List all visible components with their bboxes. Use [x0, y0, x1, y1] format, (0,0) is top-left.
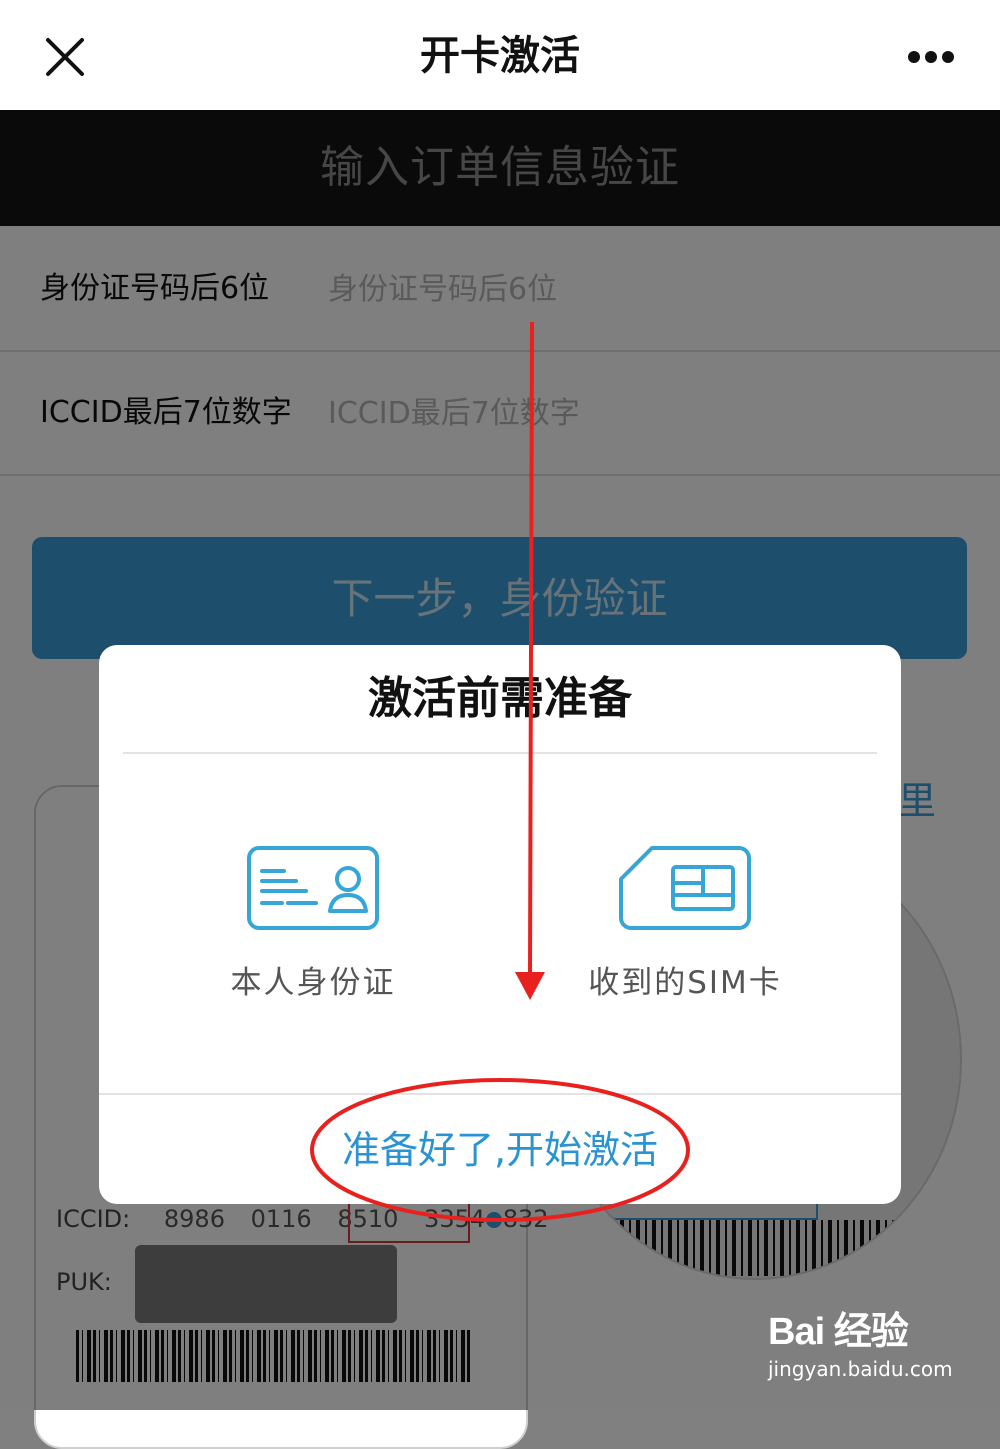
preparation-dialog: 激活前需准备 本人身份证 收到的SIM卡 准备好了,开始激活 [99, 645, 901, 1204]
nav-bar: 开卡激活 [0, 0, 1000, 110]
baidu-watermark: Bai 经验 jingyan.baidu.com [768, 1300, 953, 1381]
watermark-url: jingyan.baidu.com [768, 1357, 953, 1381]
requirement-id-card-label: 本人身份证 [230, 965, 396, 1001]
id-card-icon [247, 846, 379, 930]
watermark-logo: Bai 经验 [768, 1311, 909, 1353]
requirement-sim-card: 收到的SIM卡 [555, 845, 815, 1002]
sim-card-icon [619, 846, 751, 930]
close-icon[interactable] [42, 34, 88, 80]
requirement-sim-card-label: 收到的SIM卡 [588, 965, 782, 1001]
page-title: 开卡激活 [420, 33, 580, 79]
requirement-id-card: 本人身份证 [183, 845, 443, 1002]
more-dots-icon[interactable] [900, 40, 962, 74]
start-activation-button[interactable]: 准备好了,开始激活 [99, 1095, 901, 1204]
dialog-divider [123, 752, 877, 754]
dialog-title: 激活前需准备 [368, 673, 632, 724]
